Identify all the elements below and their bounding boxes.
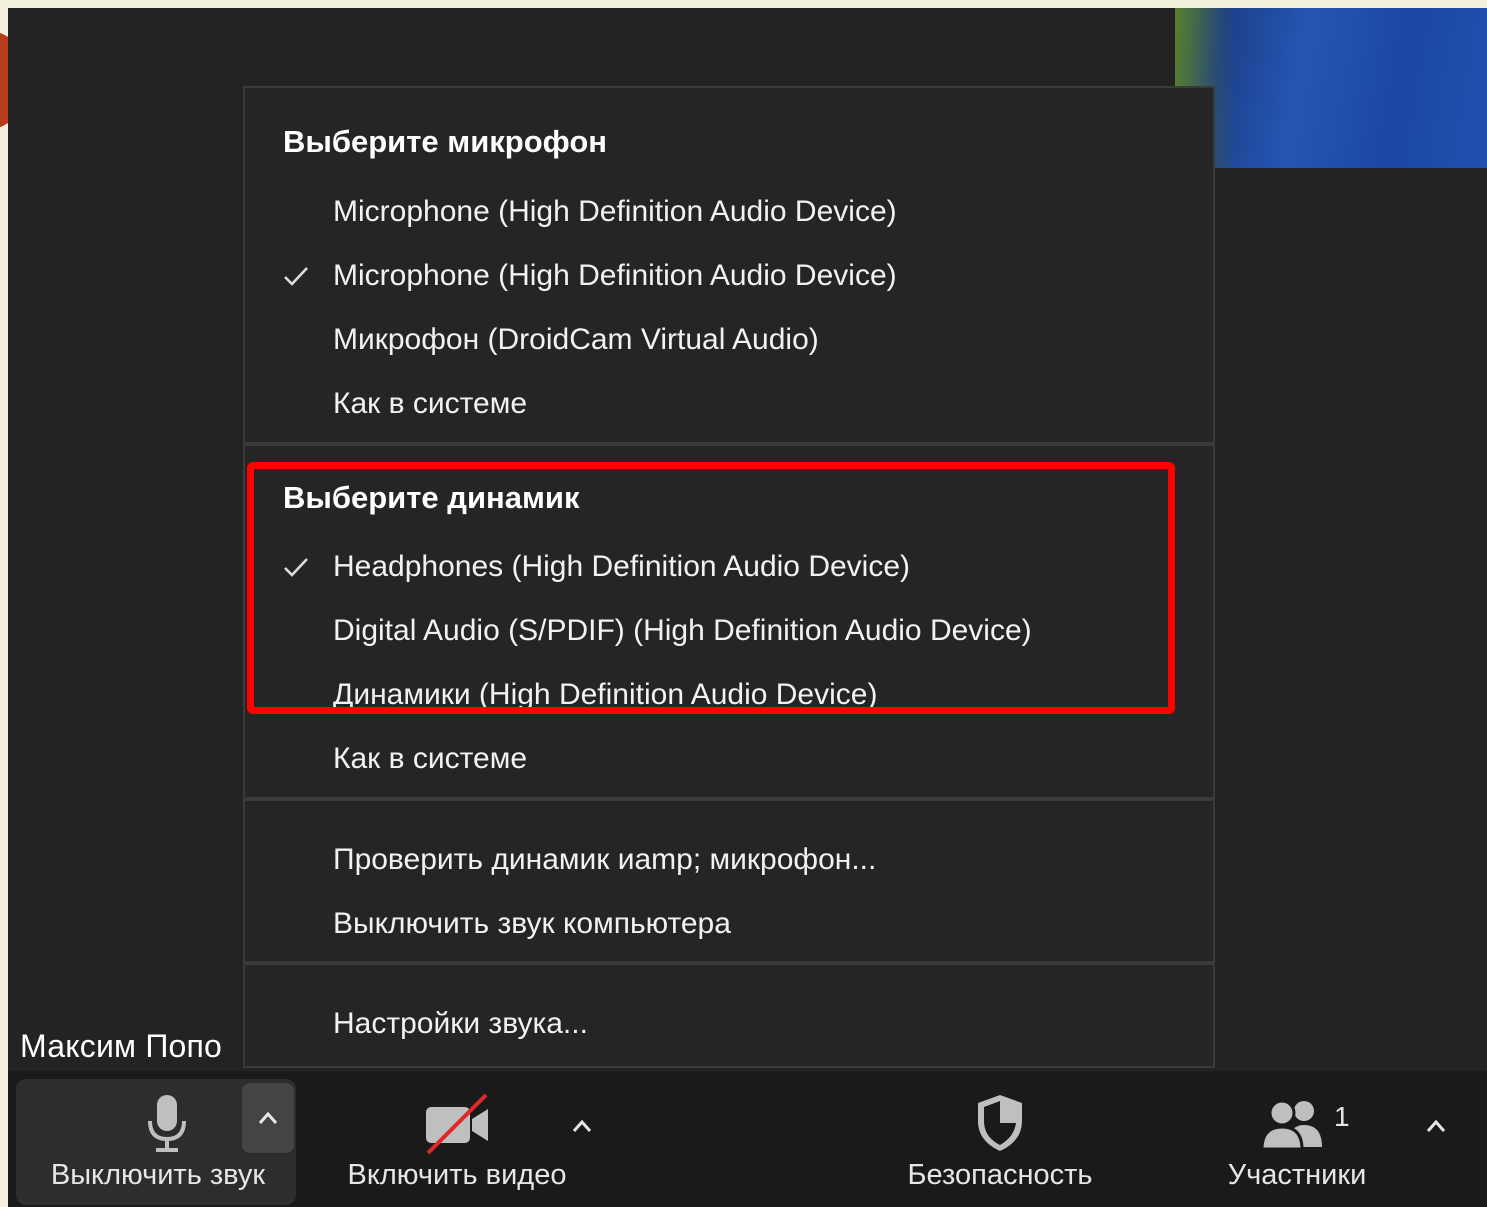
chevron-up-icon [258, 1111, 278, 1124]
meeting-toolbar: Выключить звук Включить видео Безопаснос… [8, 1071, 1487, 1207]
audio-settings-item[interactable]: Настройки звука... [245, 992, 1213, 1056]
speaker-option-system[interactable]: Как в системе [245, 727, 1213, 791]
microphone-option-label: Как в системе [333, 387, 528, 420]
participants-icon [1260, 1099, 1322, 1151]
start-video-button[interactable]: Включить видео [326, 1071, 588, 1207]
participants-button[interactable]: 1 Участники [1204, 1071, 1390, 1207]
slide-background [0, 0, 1487, 8]
audio-options-caret-button[interactable] [242, 1083, 294, 1153]
microphone-option-label: Microphone (High Definition Audio Device… [333, 259, 897, 292]
microphone-option-label: Микрофон (DroidCam Virtual Audio) [333, 323, 819, 356]
leave-computer-audio-item[interactable]: Выключить звук компьютера [245, 892, 1213, 956]
shield-icon [978, 1095, 1022, 1151]
microphone-option[interactable]: Microphone (High Definition Audio Device… [245, 180, 1213, 244]
microphone-option-selected[interactable]: Microphone (High Definition Audio Device… [245, 244, 1213, 308]
participant-video-thumbnail[interactable] [1175, 8, 1487, 168]
participant-name-label: Максим Попо [20, 1028, 223, 1064]
test-speaker-mic-item[interactable]: Проверить динамик иamp; микрофон... [245, 828, 1213, 892]
speaker-section-highlight-box [247, 462, 1175, 714]
microphone-option-system[interactable]: Как в системе [245, 372, 1213, 436]
participants-count: 1 [1334, 1101, 1350, 1132]
menu-separator [245, 797, 1213, 801]
security-button[interactable]: Безопасность [878, 1071, 1122, 1207]
checkmark-icon [284, 267, 308, 286]
video-off-icon [426, 1093, 488, 1155]
video-options-chevron-icon[interactable] [572, 1119, 592, 1133]
microphone-section-heading: Выберите микрофон [283, 124, 608, 159]
audio-settings-label: Настройки звука... [333, 1007, 588, 1040]
microphone-option[interactable]: Микрофон (DroidCam Virtual Audio) [245, 308, 1213, 372]
speaker-option-label: Как в системе [333, 742, 528, 775]
microphone-option-label: Microphone (High Definition Audio Device… [333, 195, 897, 228]
menu-separator [245, 442, 1213, 446]
menu-separator [245, 961, 1213, 965]
test-speaker-mic-label: Проверить динамик иamp; микрофон... [333, 843, 877, 876]
start-video-label: Включить видео [347, 1159, 567, 1191]
mute-button-label: Выключить звук [50, 1159, 266, 1191]
participants-label: Участники [1227, 1159, 1367, 1191]
leave-computer-audio-label: Выключить звук компьютера [333, 907, 731, 940]
security-label: Безопасность [907, 1159, 1093, 1191]
microphone-icon [148, 1095, 186, 1152]
participants-options-chevron-icon[interactable] [1426, 1119, 1446, 1133]
